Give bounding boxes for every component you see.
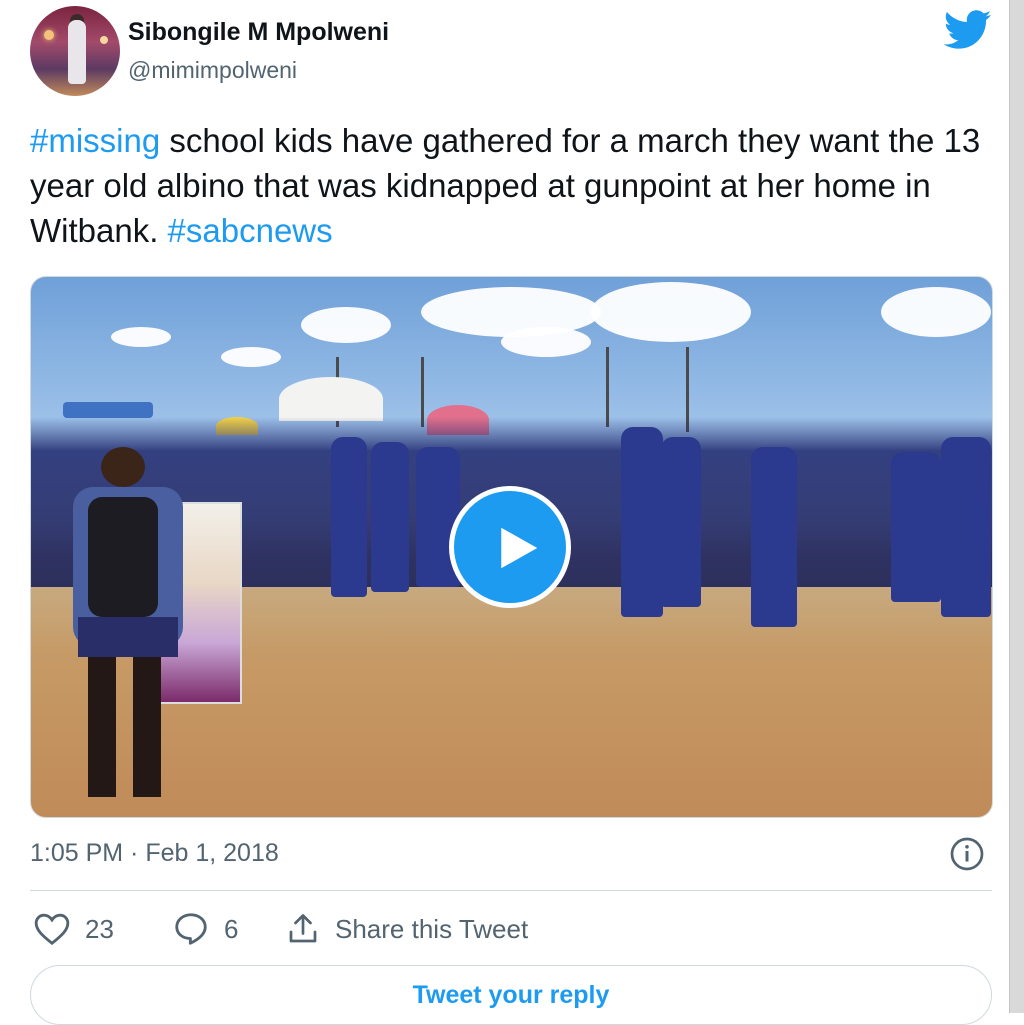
author-name[interactable]: Sibongile M Mpolweni [128,18,389,47]
reply-bubble-icon [175,913,207,945]
scene-cloud [591,282,751,342]
scene-student-foreground [73,447,183,797]
scene-student [891,452,941,602]
scene-student [331,437,367,597]
play-icon [501,527,538,569]
hashtag-sabcnews[interactable]: #sabcnews [168,212,333,249]
author-avatar[interactable] [30,6,120,96]
info-icon[interactable] [949,836,985,872]
scene-cloud [221,347,281,367]
tweet-card: Sibongile M Mpolweni @mimimpolweni #miss… [0,0,1010,1025]
scene-student [751,447,797,627]
scene-pylon [606,347,609,427]
tweet-timestamp[interactable]: 1:05 PM · Feb 1, 2018 [30,839,279,868]
avatar-photo-detail [44,30,54,40]
scene-cloud [301,307,391,343]
reply-button[interactable]: 6 [172,909,238,949]
window-edge [1009,0,1024,1013]
scene-cloud [501,327,591,357]
tweet-your-reply-button[interactable]: Tweet your reply [30,965,992,1025]
scene-student [941,437,991,617]
share-button[interactable]: Share this Tweet [285,909,528,949]
reply-count: 6 [224,913,239,944]
tweet-text: #missing school kids have gathered for a… [30,118,995,253]
video-thumbnail[interactable] [30,276,993,818]
scene-cloud [111,327,171,347]
scene-student [371,442,409,592]
scene-cloud [881,287,991,337]
heart-icon [34,913,70,946]
scene-student [661,437,701,607]
share-icon [289,914,317,943]
play-button[interactable] [449,486,571,608]
avatar-photo-detail [100,36,108,44]
scene-student [621,427,663,617]
divider [30,890,992,891]
like-count: 23 [85,913,114,944]
hashtag-missing[interactable]: #missing [30,122,160,159]
like-button[interactable]: 23 [33,909,114,949]
scene-umbrella [63,402,153,418]
twitter-bird-icon[interactable] [944,10,992,50]
author-handle[interactable]: @mimimpolweni [128,57,297,84]
avatar-photo-detail [68,20,86,84]
scene-umbrella [279,377,383,421]
share-label: Share this Tweet [335,913,529,944]
